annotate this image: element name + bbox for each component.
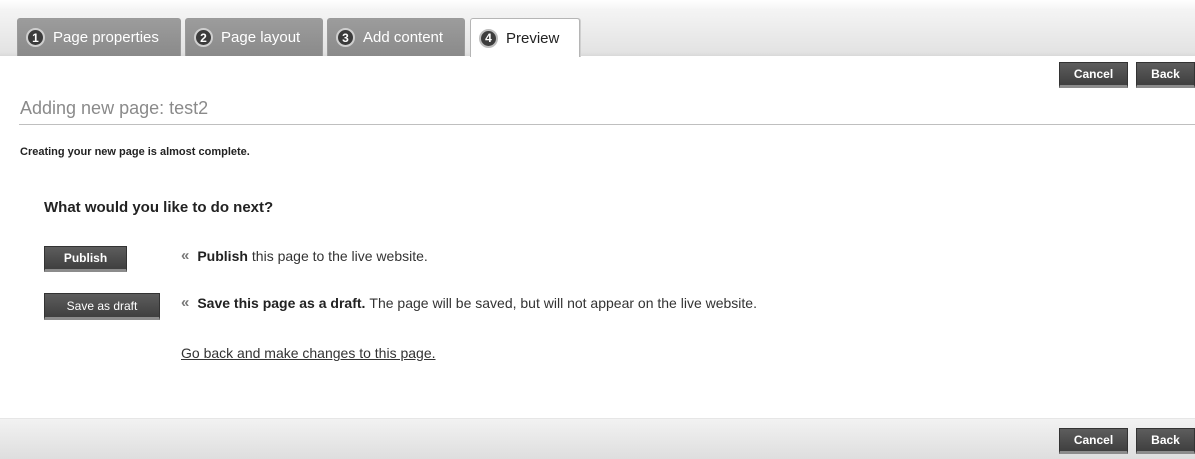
tab-label: Page properties [53,29,159,46]
page-title: Adding new page: test2 [20,98,209,118]
draft-description-text: The page will be saved, but will not app… [369,294,757,311]
step-number-badge: 3 [336,28,355,47]
double-chevron-left-icon: « [181,294,190,311]
save-as-draft-button[interactable]: Save as draft [44,293,160,320]
step-number-badge: 4 [479,28,498,48]
step-number-badge: 2 [194,28,213,47]
cancel-button-bottom[interactable]: Cancel [1059,428,1128,454]
back-button[interactable]: Back [1136,62,1195,88]
footer-bar [0,418,1195,459]
publish-description-text: this page to the live website. [251,247,428,264]
tab-preview[interactable]: 4 Preview [470,18,580,57]
tab-add-content[interactable]: 3 Add content [327,18,465,56]
tab-page-properties[interactable]: 1 Page properties [17,18,181,56]
back-button-bottom[interactable]: Back [1136,428,1195,454]
cancel-button[interactable]: Cancel [1059,62,1128,88]
next-step-question: What would you like to do next? [44,199,274,216]
intro-text: Creating your new page is almost complet… [20,146,250,158]
tab-page-layout[interactable]: 2 Page layout [185,18,323,56]
tab-bar: 1 Page properties 2 Page layout 3 Add co… [0,0,1195,57]
step-number-badge: 1 [26,28,45,47]
publish-description-bold: Publish [197,247,248,264]
draft-description: « Save this page as a draft. The page wi… [181,294,757,311]
draft-description-bold: Save this page as a draft. [197,294,366,311]
publish-button[interactable]: Publish [44,246,127,272]
double-chevron-left-icon: « [181,247,190,264]
go-back-link[interactable]: Go back and make changes to this page. [181,345,436,361]
title-divider [19,124,1195,125]
tab-label: Add content [363,29,444,46]
publish-description: « Publish this page to the live website. [181,247,428,264]
tab-label: Preview [506,29,560,47]
tab-label: Page layout [221,29,301,46]
